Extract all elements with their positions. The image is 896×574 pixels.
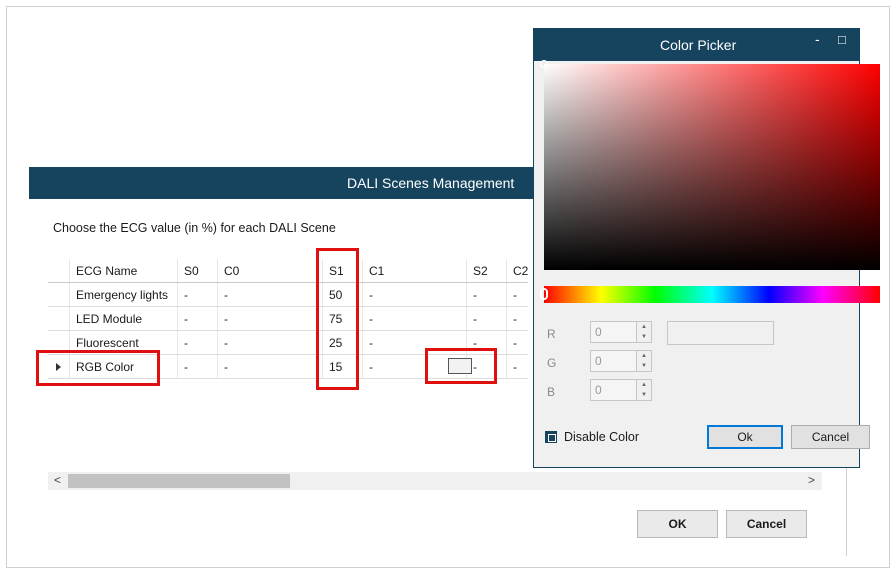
disable-color-checkbox[interactable] [545,431,557,443]
column-header-c1[interactable]: C1 [362,259,467,283]
cell-ecg-name[interactable]: Emergency lights [69,282,178,307]
header-selector [48,259,70,283]
g-stepper-icon[interactable]: ▲ ▼ [636,351,651,371]
scroll-left-icon[interactable]: < [54,473,61,487]
row-selector[interactable] [48,306,70,331]
cell-c1[interactable]: - [362,306,467,331]
cell-c2[interactable]: - [506,330,529,355]
g-label: G [547,356,557,370]
column-header-ecg-name[interactable]: ECG Name [69,259,178,283]
color-cancel-button[interactable]: Cancel [791,425,870,449]
g-value: 0 [595,354,602,368]
cell-s0[interactable]: - [177,354,218,379]
cell-ecg-name[interactable]: LED Module [69,306,178,331]
table-header-row: ECG Name S0 C0 S1 C1 S2 C2 [48,259,529,283]
disable-color-label: Disable Color [564,430,640,444]
color-preview [667,321,774,345]
highlight-rgb-color [36,350,160,386]
color-ok-button[interactable]: Ok [707,425,783,449]
cell-c0[interactable]: - [217,282,323,307]
cell-s2[interactable]: - [466,282,507,307]
cell-c0[interactable]: - [217,330,323,355]
minimize-icon[interactable]: - [815,31,820,47]
cell-s0[interactable]: - [177,306,218,331]
cell-s0[interactable]: - [177,282,218,307]
horizontal-scrollbar[interactable]: < > [48,472,822,490]
color-picker-title: Color Picker [660,37,737,53]
cell-s2[interactable]: - [466,306,507,331]
table-row[interactable]: LED Module - - 75 - - - [48,306,529,331]
highlight-s1-column [316,248,359,390]
column-header-s0[interactable]: S0 [177,259,218,283]
b-value: 0 [595,383,602,397]
checkbox-check-icon [548,434,556,442]
maximize-icon[interactable]: □ [838,32,846,47]
b-stepper-icon[interactable]: ▲ ▼ [636,380,651,400]
dali-subtitle: Choose the ECG value (in %) for each DAL… [53,221,336,235]
column-header-c0[interactable]: C0 [217,259,323,283]
column-header-c2[interactable]: C2 [506,259,529,283]
column-header-s2[interactable]: S2 [466,259,507,283]
saturation-value-area[interactable] [544,64,880,270]
b-input[interactable]: 0 ▲ ▼ [590,379,652,401]
cell-c0[interactable]: - [217,306,323,331]
cell-c0[interactable]: - [217,354,323,379]
close-icon[interactable]: ✕ [870,33,882,50]
cell-c2[interactable]: - [506,306,529,331]
row-selector[interactable] [48,282,70,307]
b-label: B [547,385,556,399]
r-label: R [547,327,556,341]
hue-slider-handle[interactable] [540,288,548,300]
sv-picker-handle[interactable] [540,60,548,68]
cell-c2[interactable]: - [506,282,529,307]
ok-button[interactable]: OK [637,510,718,538]
dali-window-title: DALI Scenes Management [347,175,515,191]
hue-slider[interactable] [544,286,880,303]
r-stepper-icon[interactable]: ▲ ▼ [636,322,651,342]
window-border [846,466,847,556]
g-input[interactable]: 0 ▲ ▼ [590,350,652,372]
color-picker-title-bar: Color Picker - □ ✕ [534,29,882,61]
cancel-button[interactable]: Cancel [726,510,807,538]
cell-c1[interactable]: - [362,282,467,307]
r-input[interactable]: 0 ▲ ▼ [590,321,652,343]
cell-s0[interactable]: - [177,330,218,355]
scrollbar-thumb[interactable] [68,474,290,488]
cell-c2[interactable]: - [506,354,529,379]
table-row[interactable]: Emergency lights - - 50 - - - [48,282,529,307]
dali-title-bar: DALI Scenes Management [29,167,534,199]
r-value: 0 [595,325,602,339]
scroll-right-icon[interactable]: > [808,473,815,487]
highlight-color-swatch [425,348,497,384]
